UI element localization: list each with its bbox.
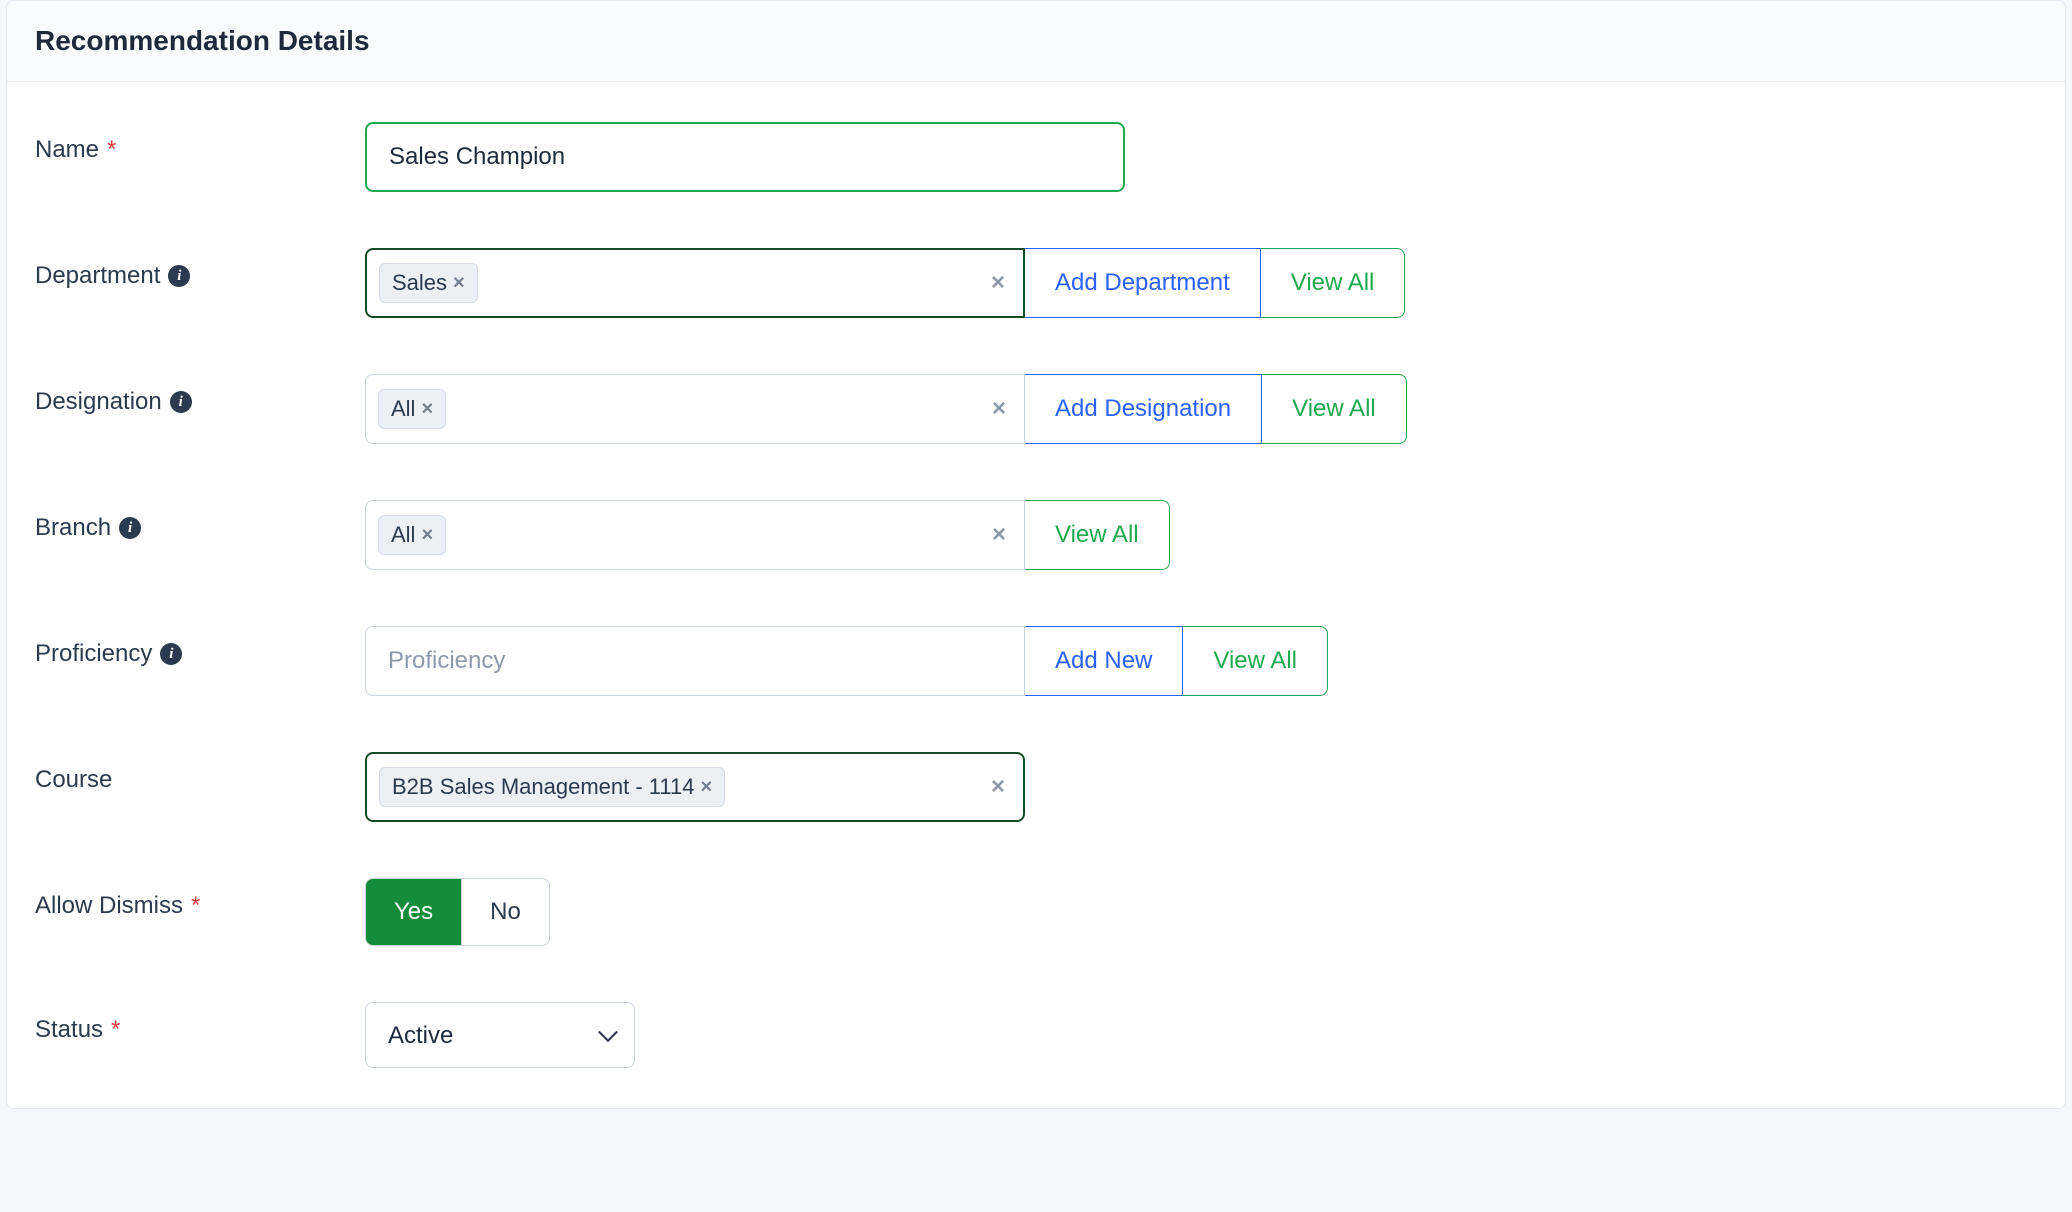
info-icon[interactable]: i bbox=[168, 265, 190, 287]
branch-tagbox[interactable]: All × × bbox=[365, 500, 1025, 570]
view-all-designation-button[interactable]: View All bbox=[1262, 374, 1407, 444]
clear-icon[interactable]: × bbox=[992, 397, 1006, 421]
remove-chip-icon[interactable]: × bbox=[421, 525, 433, 545]
course-tagbox[interactable]: B2B Sales Management - 1114 × × bbox=[365, 752, 1025, 822]
label-name: Name * bbox=[35, 122, 365, 164]
name-input[interactable] bbox=[365, 122, 1125, 192]
row-course: Course B2B Sales Management - 1114 × × bbox=[35, 752, 2037, 822]
row-branch: Branch i All × × View All bbox=[35, 500, 2037, 570]
row-status: Status * Active bbox=[35, 1002, 2037, 1068]
label-department: Department i bbox=[35, 248, 365, 290]
branch-chip: All × bbox=[378, 515, 446, 555]
add-department-button[interactable]: Add Department bbox=[1024, 248, 1261, 318]
proficiency-tagbox[interactable]: Proficiency bbox=[365, 626, 1025, 696]
remove-chip-icon[interactable]: × bbox=[700, 777, 712, 797]
view-all-department-button[interactable]: View All bbox=[1261, 248, 1406, 318]
department-chip: Sales × bbox=[379, 263, 478, 303]
clear-icon[interactable]: × bbox=[991, 271, 1005, 295]
info-icon[interactable]: i bbox=[170, 391, 192, 413]
row-proficiency: Proficiency i Proficiency Add New View A… bbox=[35, 626, 2037, 696]
label-course: Course bbox=[35, 752, 365, 794]
card-header: Recommendation Details bbox=[7, 1, 2065, 82]
required-mark: * bbox=[111, 1016, 120, 1044]
view-all-proficiency-button[interactable]: View All bbox=[1183, 626, 1328, 696]
row-allow-dismiss: Allow Dismiss * Yes No bbox=[35, 878, 2037, 946]
remove-chip-icon[interactable]: × bbox=[421, 399, 433, 419]
add-designation-button[interactable]: Add Designation bbox=[1024, 374, 1262, 444]
add-proficiency-button[interactable]: Add New bbox=[1024, 626, 1183, 696]
required-mark: * bbox=[191, 892, 200, 920]
proficiency-placeholder: Proficiency bbox=[378, 647, 505, 675]
recommendation-details-card: Recommendation Details Name * Department… bbox=[6, 0, 2066, 1109]
required-mark: * bbox=[107, 136, 116, 164]
label-designation: Designation i bbox=[35, 374, 365, 416]
course-chip: B2B Sales Management - 1114 × bbox=[379, 767, 725, 807]
label-allow-dismiss: Allow Dismiss * bbox=[35, 878, 365, 920]
row-department: Department i Sales × × Add Department Vi… bbox=[35, 248, 2037, 318]
status-select-wrap: Active bbox=[365, 1002, 635, 1068]
card-body: Name * Department i Sales × × bbox=[7, 82, 2065, 1108]
view-all-branch-button[interactable]: View All bbox=[1024, 500, 1170, 570]
allow-dismiss-toggle: Yes No bbox=[365, 878, 550, 946]
department-tagbox[interactable]: Sales × × bbox=[365, 248, 1025, 318]
label-proficiency: Proficiency i bbox=[35, 626, 365, 668]
label-status: Status * bbox=[35, 1002, 365, 1044]
status-select[interactable]: Active bbox=[365, 1002, 635, 1068]
info-icon[interactable]: i bbox=[119, 517, 141, 539]
designation-chip: All × bbox=[378, 389, 446, 429]
row-designation: Designation i All × × Add Designation Vi… bbox=[35, 374, 2037, 444]
remove-chip-icon[interactable]: × bbox=[453, 273, 465, 293]
designation-tagbox[interactable]: All × × bbox=[365, 374, 1025, 444]
clear-icon[interactable]: × bbox=[992, 523, 1006, 547]
clear-icon[interactable]: × bbox=[991, 775, 1005, 799]
allow-dismiss-no-button[interactable]: No bbox=[461, 879, 549, 945]
info-icon[interactable]: i bbox=[160, 643, 182, 665]
label-branch: Branch i bbox=[35, 500, 365, 542]
allow-dismiss-yes-button[interactable]: Yes bbox=[366, 879, 461, 945]
card-title: Recommendation Details bbox=[35, 25, 2037, 57]
row-name: Name * bbox=[35, 122, 2037, 192]
